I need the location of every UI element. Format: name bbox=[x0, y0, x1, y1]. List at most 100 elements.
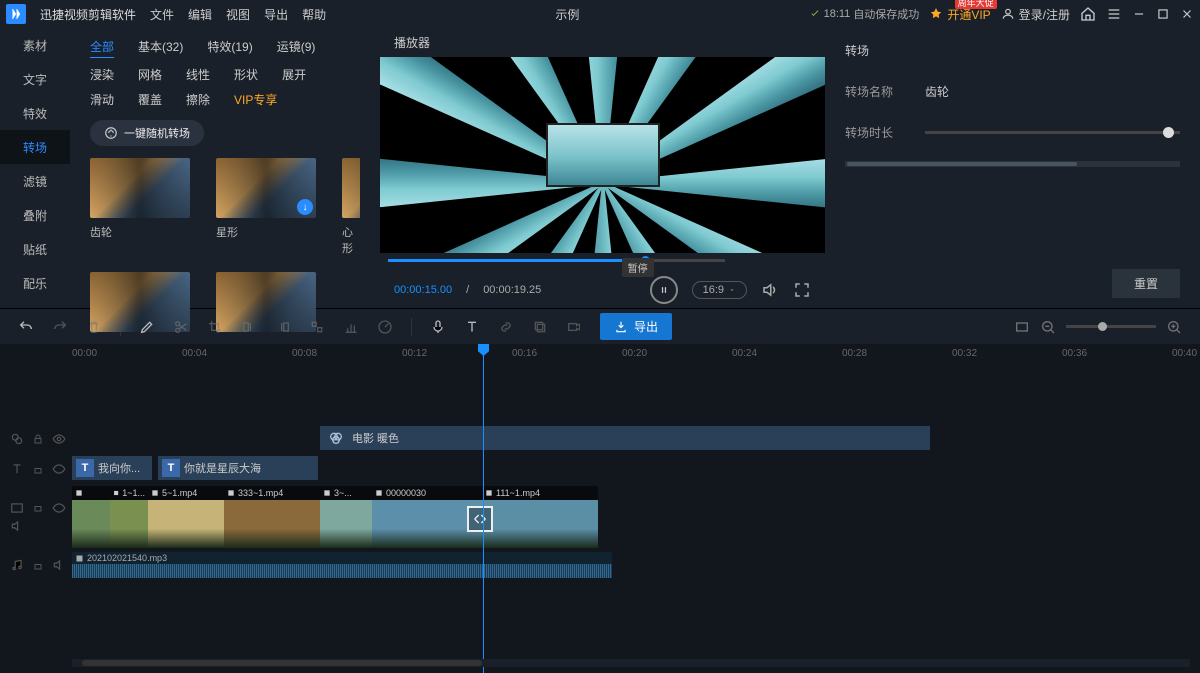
transition-marker[interactable] bbox=[467, 506, 493, 532]
fullscreen-icon[interactable] bbox=[793, 281, 811, 299]
text-clip[interactable]: T你就是星辰大海 bbox=[158, 456, 318, 480]
category-item[interactable]: 滑动 bbox=[90, 91, 114, 108]
minimize-icon[interactable] bbox=[1132, 7, 1146, 21]
playhead[interactable] bbox=[483, 344, 484, 673]
menu-help[interactable]: 帮助 bbox=[302, 6, 326, 23]
eye-icon[interactable] bbox=[52, 501, 66, 515]
nav-配乐[interactable]: 配乐 bbox=[0, 266, 70, 300]
filter-clip[interactable]: 电影 暖色 bbox=[320, 426, 930, 450]
category-item[interactable]: 网格 bbox=[138, 66, 162, 83]
video-clip[interactable]: 333~1.mp4 bbox=[224, 486, 320, 548]
export-button[interactable]: 导出 bbox=[600, 313, 672, 340]
crop-icon[interactable] bbox=[207, 319, 223, 335]
pause-button[interactable]: 暂停 bbox=[650, 276, 678, 304]
login-button[interactable]: 登录/注册 bbox=[1001, 6, 1070, 23]
category-item[interactable]: 浸染 bbox=[90, 66, 114, 83]
menu-view[interactable]: 视图 bbox=[226, 6, 250, 23]
category-item[interactable]: 全部 bbox=[90, 38, 114, 58]
lock-icon[interactable] bbox=[32, 501, 44, 513]
video-clip[interactable]: 3~... bbox=[320, 486, 372, 548]
chart-icon[interactable] bbox=[343, 319, 359, 335]
nav-滤镜[interactable]: 滤镜 bbox=[0, 164, 70, 198]
nav-转场[interactable]: 转场 bbox=[0, 130, 70, 164]
video-clip[interactable]: 5~1.mp4 bbox=[148, 486, 224, 548]
mic-icon[interactable] bbox=[430, 319, 446, 335]
maximize-icon[interactable] bbox=[1156, 7, 1170, 21]
copy-icon[interactable] bbox=[532, 319, 548, 335]
hamburger-icon[interactable] bbox=[1106, 6, 1122, 22]
nav-叠附[interactable]: 叠附 bbox=[0, 198, 70, 232]
time-ruler[interactable]: 00:0000:0400:0800:1200:1600:2000:2400:28… bbox=[72, 344, 1200, 368]
transition-thumb[interactable]: 心形 bbox=[342, 158, 360, 256]
zoom-out-icon[interactable] bbox=[1040, 319, 1056, 335]
home-icon[interactable] bbox=[1080, 6, 1096, 22]
mute-icon[interactable] bbox=[10, 519, 24, 533]
lock-icon[interactable] bbox=[32, 433, 44, 445]
category-item[interactable]: 展开 bbox=[282, 66, 306, 83]
props-scrollbar[interactable] bbox=[845, 161, 1180, 167]
video-clip[interactable]: 111~1.mp4 bbox=[482, 486, 598, 548]
menu-export[interactable]: 导出 bbox=[264, 6, 288, 23]
redo-icon[interactable] bbox=[52, 319, 68, 335]
cut-icon[interactable] bbox=[173, 319, 189, 335]
filter-track: 电影 暖色 bbox=[0, 424, 1200, 454]
ruler-tick: 00:04 bbox=[182, 348, 207, 359]
split-left-icon[interactable] bbox=[241, 319, 257, 335]
vip-button[interactable]: 开通VIP 周年大促 bbox=[929, 6, 990, 23]
mosaic-icon[interactable] bbox=[309, 319, 325, 335]
video-clip[interactable]: 00000030 bbox=[372, 486, 482, 548]
split-right-icon[interactable] bbox=[275, 319, 291, 335]
lock-icon[interactable] bbox=[32, 463, 44, 475]
aspect-ratio-select[interactable]: 16:9 bbox=[692, 281, 747, 299]
volume-icon[interactable] bbox=[761, 281, 779, 299]
nav-特效[interactable]: 特效 bbox=[0, 96, 70, 130]
timeline-scrollbar[interactable] bbox=[72, 659, 1190, 667]
close-icon[interactable] bbox=[1180, 7, 1194, 21]
lock-icon[interactable] bbox=[32, 559, 44, 571]
nav-文字[interactable]: 文字 bbox=[0, 62, 70, 96]
speed-icon[interactable] bbox=[377, 319, 393, 335]
zoom-in-icon[interactable] bbox=[1166, 319, 1182, 335]
prop-name-value: 齿轮 bbox=[925, 83, 949, 100]
eye-icon[interactable] bbox=[52, 432, 66, 446]
player-progress[interactable] bbox=[380, 253, 825, 273]
reset-button[interactable]: 重置 bbox=[1112, 269, 1180, 298]
zoom-slider[interactable] bbox=[1066, 325, 1156, 328]
category-item[interactable]: 形状 bbox=[234, 66, 258, 83]
random-transition-button[interactable]: 一键随机转场 bbox=[90, 120, 204, 146]
text-clip[interactable]: T我向你... bbox=[72, 456, 152, 480]
video-clip[interactable]: 1~1... bbox=[110, 486, 148, 548]
nav-素材[interactable]: 素材 bbox=[0, 28, 70, 62]
text-tool-icon[interactable] bbox=[464, 319, 480, 335]
transition-thumb[interactable]: 齿轮 bbox=[90, 158, 190, 256]
undo-icon[interactable] bbox=[18, 319, 34, 335]
category-item[interactable]: 线性 bbox=[186, 66, 210, 83]
category-item[interactable]: 特效(19) bbox=[207, 38, 252, 58]
transition-thumb[interactable] bbox=[216, 272, 316, 332]
fit-icon[interactable] bbox=[1014, 319, 1030, 335]
video-clip[interactable] bbox=[72, 486, 110, 548]
menu-file[interactable]: 文件 bbox=[150, 6, 174, 23]
menu-edit[interactable]: 编辑 bbox=[188, 6, 212, 23]
category-item[interactable]: VIP专享 bbox=[234, 91, 277, 108]
category-item[interactable]: 运镜(9) bbox=[277, 38, 316, 58]
eye-icon[interactable] bbox=[52, 462, 66, 476]
category-item[interactable]: 擦除 bbox=[186, 91, 210, 108]
ruler-tick: 00:32 bbox=[952, 348, 977, 359]
link-icon[interactable] bbox=[498, 319, 514, 335]
edit-icon[interactable] bbox=[139, 319, 155, 335]
app-logo bbox=[6, 4, 26, 24]
delete-icon[interactable] bbox=[86, 319, 102, 335]
player-title: 播放器 bbox=[380, 28, 825, 57]
nav-贴纸[interactable]: 贴纸 bbox=[0, 232, 70, 266]
mute-icon[interactable] bbox=[52, 558, 66, 572]
record-icon[interactable] bbox=[566, 319, 582, 335]
prop-duration-slider[interactable] bbox=[925, 131, 1180, 134]
category-item[interactable]: 覆盖 bbox=[138, 91, 162, 108]
transition-thumb[interactable]: ↓星形 bbox=[216, 158, 316, 256]
category-item[interactable]: 基本(32) bbox=[138, 38, 183, 58]
audio-clip[interactable]: 202102021540.mp3 bbox=[72, 552, 612, 578]
pause-tooltip: 暂停 bbox=[622, 258, 654, 277]
timeline: 00:0000:0400:0800:1200:1600:2000:2400:28… bbox=[0, 344, 1200, 673]
transitions-panel: 全部 基本(32) 特效(19) 运镜(9) 浸染 网格 线性 形状 展开 滑动 覆盖 擦除 VIP… bbox=[70, 28, 380, 308]
